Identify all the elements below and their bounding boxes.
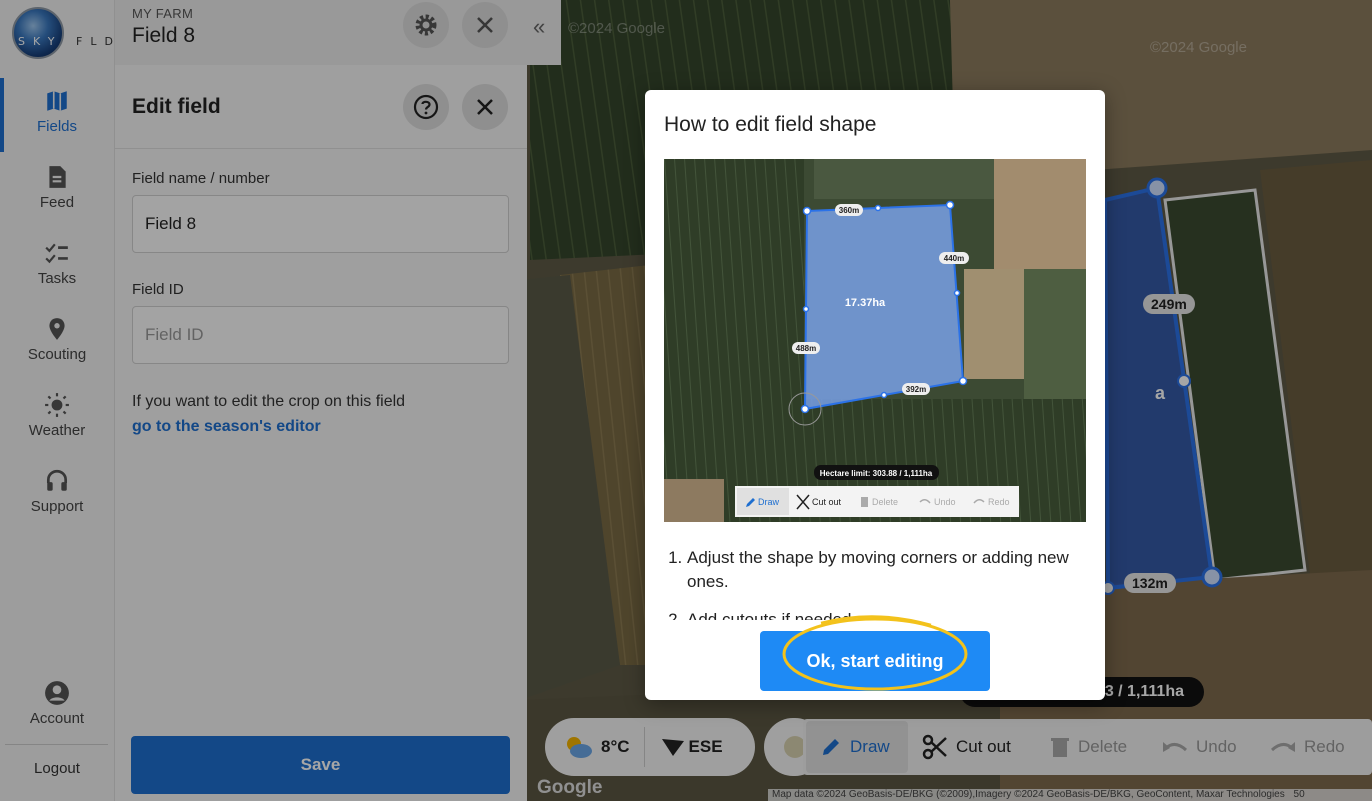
farm-name: MY FARM [132, 6, 194, 21]
pencil-icon [823, 739, 839, 755]
field-name-input[interactable] [132, 195, 509, 253]
help-button[interactable] [403, 84, 449, 130]
nav-item-label: Weather [28, 422, 86, 439]
crop-edit-hint: If you want to edit the crop on this fie… [132, 393, 406, 410]
field-title: Field 8 [132, 24, 196, 47]
skyfld-logo[interactable]: SKY FLD [10, 5, 113, 61]
sun-icon [45, 393, 69, 417]
illustration-bottom-length: 392m [906, 385, 926, 394]
undo-tool-button[interactable]: Undo [1162, 719, 1237, 775]
redo-tool-button[interactable]: Redo [1270, 719, 1345, 775]
illustration-trash-icon [861, 497, 868, 507]
cut-out-tool-button[interactable]: Cut out [922, 719, 1011, 775]
edit-field-panel: MY FARM Field 8 « Edit field Field name … [115, 0, 561, 801]
wind-direction: ESE [688, 737, 723, 756]
logout-button[interactable]: Logout [0, 760, 114, 777]
nav-item-weather[interactable]: Weather [0, 382, 114, 450]
nav-divider [5, 744, 108, 745]
field-id-input[interactable] [132, 306, 509, 364]
map-icon [47, 91, 67, 111]
document-icon [49, 166, 66, 188]
nav-item-label: Support [30, 498, 84, 515]
globe-icon [12, 7, 64, 59]
close-edit-button[interactable] [462, 84, 508, 130]
field-id-label: Field ID [132, 281, 184, 298]
illustration-top-length: 360m [839, 206, 859, 215]
logo-text-left: SKY [18, 35, 63, 48]
delete-tool-button[interactable]: Delete [1050, 719, 1127, 775]
instruction-step: Add cutouts if needed. [687, 608, 1087, 620]
delete-tool-label: Delete [1078, 737, 1128, 756]
map-watermark: ©2024 Google [568, 20, 665, 37]
trash-icon [1051, 738, 1069, 757]
redo-icon [1270, 742, 1295, 752]
nav-item-account[interactable]: Account [0, 670, 114, 738]
location-pin-icon [49, 318, 65, 340]
temperature: 8°C [601, 737, 630, 756]
illustration-area-label: 17.37ha [845, 297, 886, 309]
undo-tool-label: Undo [1196, 737, 1237, 756]
cut-out-tool-label: Cut out [956, 737, 1011, 756]
panel-header: MY FARM Field 8 « [115, 0, 561, 65]
checklist-icon [45, 243, 68, 264]
field-name-label: Field name / number [132, 170, 270, 187]
partly-cloudy-icon [567, 737, 592, 758]
save-button[interactable]: Save [131, 736, 510, 794]
wind-direction-icon [661, 739, 684, 756]
scissors-icon [922, 734, 947, 760]
edit-shape-illustration: 360m 440m 488m 392m 17.37ha Hectare limi… [664, 159, 1086, 522]
illustration-redo-label: Redo [988, 497, 1010, 507]
illustration-undo-label: Undo [934, 497, 956, 507]
nav-item-label: Account [29, 710, 85, 727]
dialog-title: How to edit field shape [664, 113, 877, 136]
gear-icon [415, 14, 437, 36]
close-icon [477, 17, 493, 33]
instruction-step: Adjust the shape by moving corners or ad… [687, 546, 1087, 594]
nav-item-label: Feed [39, 194, 75, 211]
nav-item-scouting[interactable]: Scouting [0, 306, 114, 374]
illustration-hectare-limit: Hectare limit: 303.88 / 1,111ha [820, 469, 933, 478]
map-watermark: ©2024 Google [1150, 39, 1247, 56]
nav-item-label: Scouting [27, 346, 87, 363]
illustration-right-length: 440m [944, 254, 964, 263]
nav-item-tasks[interactable]: Tasks [0, 230, 114, 298]
map-area-partial-label: a [1155, 383, 1166, 403]
main-navigation: SKY FLD Fields Feed Tasks Scouting Weath… [0, 0, 115, 801]
collapse-panel-button[interactable]: « [533, 14, 545, 40]
map-attribution: Map data ©2024 GeoBasis-DE/BKG (©2009),I… [768, 789, 1372, 801]
undo-icon [1163, 742, 1188, 752]
draw-tool-button[interactable]: Draw [820, 719, 890, 775]
draw-tool-label: Draw [850, 737, 890, 756]
edge-length-label: 132m [1124, 573, 1176, 593]
season-editor-link[interactable]: go to the season's editor [132, 418, 321, 436]
map-attribution-text: Map data ©2024 GeoBasis-DE/BKG (©2009),I… [772, 789, 1285, 800]
close-icon [477, 99, 493, 115]
edit-shape-help-dialog: How to edit field shape 360m 440m 488m 3… [645, 90, 1105, 700]
illustration-delete-label: Delete [872, 497, 898, 507]
nav-item-feed[interactable]: Feed [0, 154, 114, 222]
map-attribution-tail: 50 [1293, 789, 1305, 800]
nav-item-label: Tasks [37, 270, 77, 287]
instruction-steps: Adjust the shape by moving corners or ad… [667, 546, 1087, 620]
weather-widget[interactable]: 8°C ESE [545, 718, 755, 776]
panel-divider [115, 148, 527, 149]
nav-item-fields[interactable]: Fields [0, 78, 114, 152]
google-logo: Google [537, 777, 603, 798]
headset-icon [46, 469, 68, 491]
nav-item-support[interactable]: Support [0, 458, 114, 526]
help-icon [413, 94, 439, 120]
illustration-cut-out-label: Cut out [812, 497, 842, 507]
account-icon [45, 681, 69, 705]
illustration-draw-label: Draw [758, 497, 780, 507]
illustration-left-length: 488m [796, 344, 816, 353]
edge-length-label: 249m [1143, 294, 1195, 314]
field-settings-button[interactable] [403, 2, 449, 48]
edit-field-heading: Edit field [132, 95, 221, 118]
start-editing-button[interactable]: Ok, start editing [760, 631, 990, 691]
redo-tool-label: Redo [1304, 737, 1345, 756]
close-field-button[interactable] [462, 2, 508, 48]
nav-item-label: Fields [36, 118, 77, 135]
